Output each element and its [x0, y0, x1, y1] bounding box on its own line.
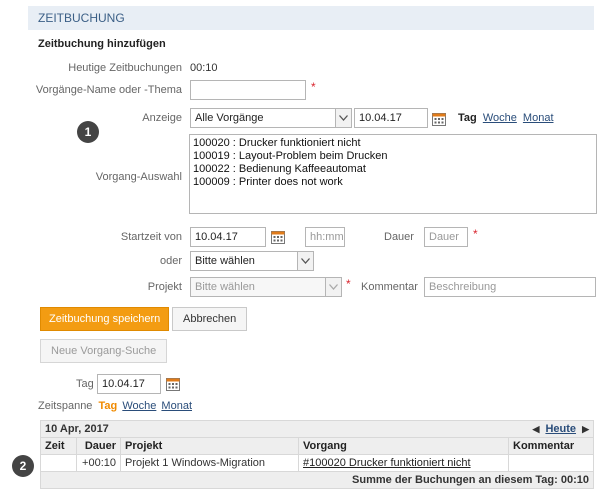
required-marker: *	[311, 80, 316, 94]
chevron-down-icon	[335, 109, 351, 127]
anzeige-label: Anzeige	[142, 112, 182, 124]
range-woche-link[interactable]: Woche	[483, 112, 517, 124]
list-item[interactable]: 100022 : Bedienung Kaffeeautomat	[193, 163, 593, 176]
zeitspanne-label: Zeitspanne	[38, 400, 93, 412]
oder-select[interactable]: Bitte wählen	[190, 251, 314, 271]
required-marker: *	[473, 227, 478, 241]
zeitspanne-tag-link[interactable]: Tag	[99, 400, 118, 412]
today-link[interactable]: Heute	[545, 423, 576, 435]
required-marker: *	[346, 277, 351, 291]
table-sum-row: Summe der Buchungen an diesem Tag: 00:10	[40, 471, 594, 489]
table-row: +00:10 Projekt 1 Windows-Migration #1000…	[40, 454, 594, 472]
save-button[interactable]: Zeitbuchung speichern	[40, 307, 170, 331]
column-header-dauer: Dauer	[76, 437, 121, 455]
column-header-projekt: Projekt	[120, 437, 299, 455]
zeitspanne-monat-link[interactable]: Monat	[161, 400, 192, 412]
vorgang-link[interactable]: #100020 Drucker funktioniert nicht	[303, 457, 471, 469]
tag-label: Tag	[76, 378, 94, 390]
callout-marker-2: 2	[12, 455, 34, 477]
projekt-label: Projekt	[147, 281, 182, 293]
column-header-kommentar: Kommentar	[508, 437, 594, 455]
auswahl-label: Vorgang-Auswahl	[95, 171, 182, 183]
column-header-zeit: Zeit	[40, 437, 77, 455]
calendar-icon[interactable]	[166, 377, 180, 391]
range-tag-link[interactable]: Tag	[458, 112, 477, 124]
bookings-table: 10 Apr, 2017 ◀ Heute ▶ Zeit Dauer Projek…	[40, 420, 594, 489]
table-header-row: Zeit Dauer Projekt Vorgang Kommentar	[40, 437, 594, 455]
cell-zeit	[40, 454, 77, 472]
calendar-icon[interactable]	[271, 230, 285, 244]
list-item[interactable]: 100019 : Layout-Problem beim Drucken	[193, 150, 593, 163]
oder-label: oder	[159, 255, 182, 267]
cell-dauer: +00:10	[76, 454, 121, 472]
date-heading: 10 Apr, 2017	[45, 423, 109, 435]
cancel-button[interactable]: Abbrechen	[172, 307, 248, 331]
page-header: ZEITBUCHUNG	[28, 6, 594, 30]
list-item[interactable]: 100009 : Printer does not work	[193, 176, 593, 189]
dauer-label: Dauer	[384, 231, 414, 243]
kommentar-input[interactable]: Beschreibung	[424, 277, 596, 297]
start-date-input[interactable]: 10.04.17	[190, 227, 266, 247]
page-title: ZEITBUCHUNG	[38, 11, 125, 25]
calendar-icon[interactable]	[432, 112, 446, 126]
column-header-vorgang: Vorgang	[298, 437, 509, 455]
section-title: Zeitbuchung hinzufügen	[38, 38, 166, 50]
arrow-right-icon[interactable]: ▶	[582, 424, 589, 434]
range-monat-link[interactable]: Monat	[523, 112, 554, 124]
dauer-input[interactable]: Dauer	[424, 227, 468, 247]
cell-kommentar	[508, 454, 594, 472]
today-label: Heutige Zeitbuchungen	[68, 62, 182, 74]
name-input[interactable]	[190, 80, 306, 100]
name-label: Vorgänge-Name oder -Thema	[35, 84, 182, 96]
kommentar-label: Kommentar	[361, 281, 418, 293]
tag-date-input[interactable]: 10.04.17	[97, 374, 161, 394]
zeitspanne-woche-link[interactable]: Woche	[122, 400, 156, 412]
sum-label: Summe der Buchungen an diesem Tag: 00:10	[40, 471, 594, 489]
anzeige-date-input[interactable]: 10.04.17	[354, 108, 428, 128]
projekt-select-value: Bitte wählen	[195, 281, 255, 293]
arrow-left-icon[interactable]: ◀	[532, 424, 539, 434]
cell-projekt: Projekt 1 Windows-Migration	[120, 454, 299, 472]
list-item[interactable]: 100020 : Drucker funktioniert nicht	[193, 137, 593, 150]
start-label: Startzeit von	[120, 231, 182, 243]
start-time-input[interactable]: hh:mm	[305, 227, 345, 247]
new-search-button[interactable]: Neue Vorgang-Suche	[40, 339, 168, 363]
anzeige-select[interactable]: Alle Vorgänge	[190, 108, 352, 128]
callout-marker-1: 1	[77, 121, 99, 143]
today-value: 00:10	[190, 62, 218, 74]
projekt-select[interactable]: Bitte wählen	[190, 277, 342, 297]
anzeige-select-value: Alle Vorgänge	[195, 112, 264, 124]
chevron-down-icon	[325, 278, 341, 296]
oder-select-value: Bitte wählen	[195, 255, 255, 267]
vorgang-listbox[interactable]: 100020 : Drucker funktioniert nicht 1000…	[189, 134, 597, 214]
chevron-down-icon	[297, 252, 313, 270]
table-date-row: 10 Apr, 2017 ◀ Heute ▶	[40, 420, 594, 438]
